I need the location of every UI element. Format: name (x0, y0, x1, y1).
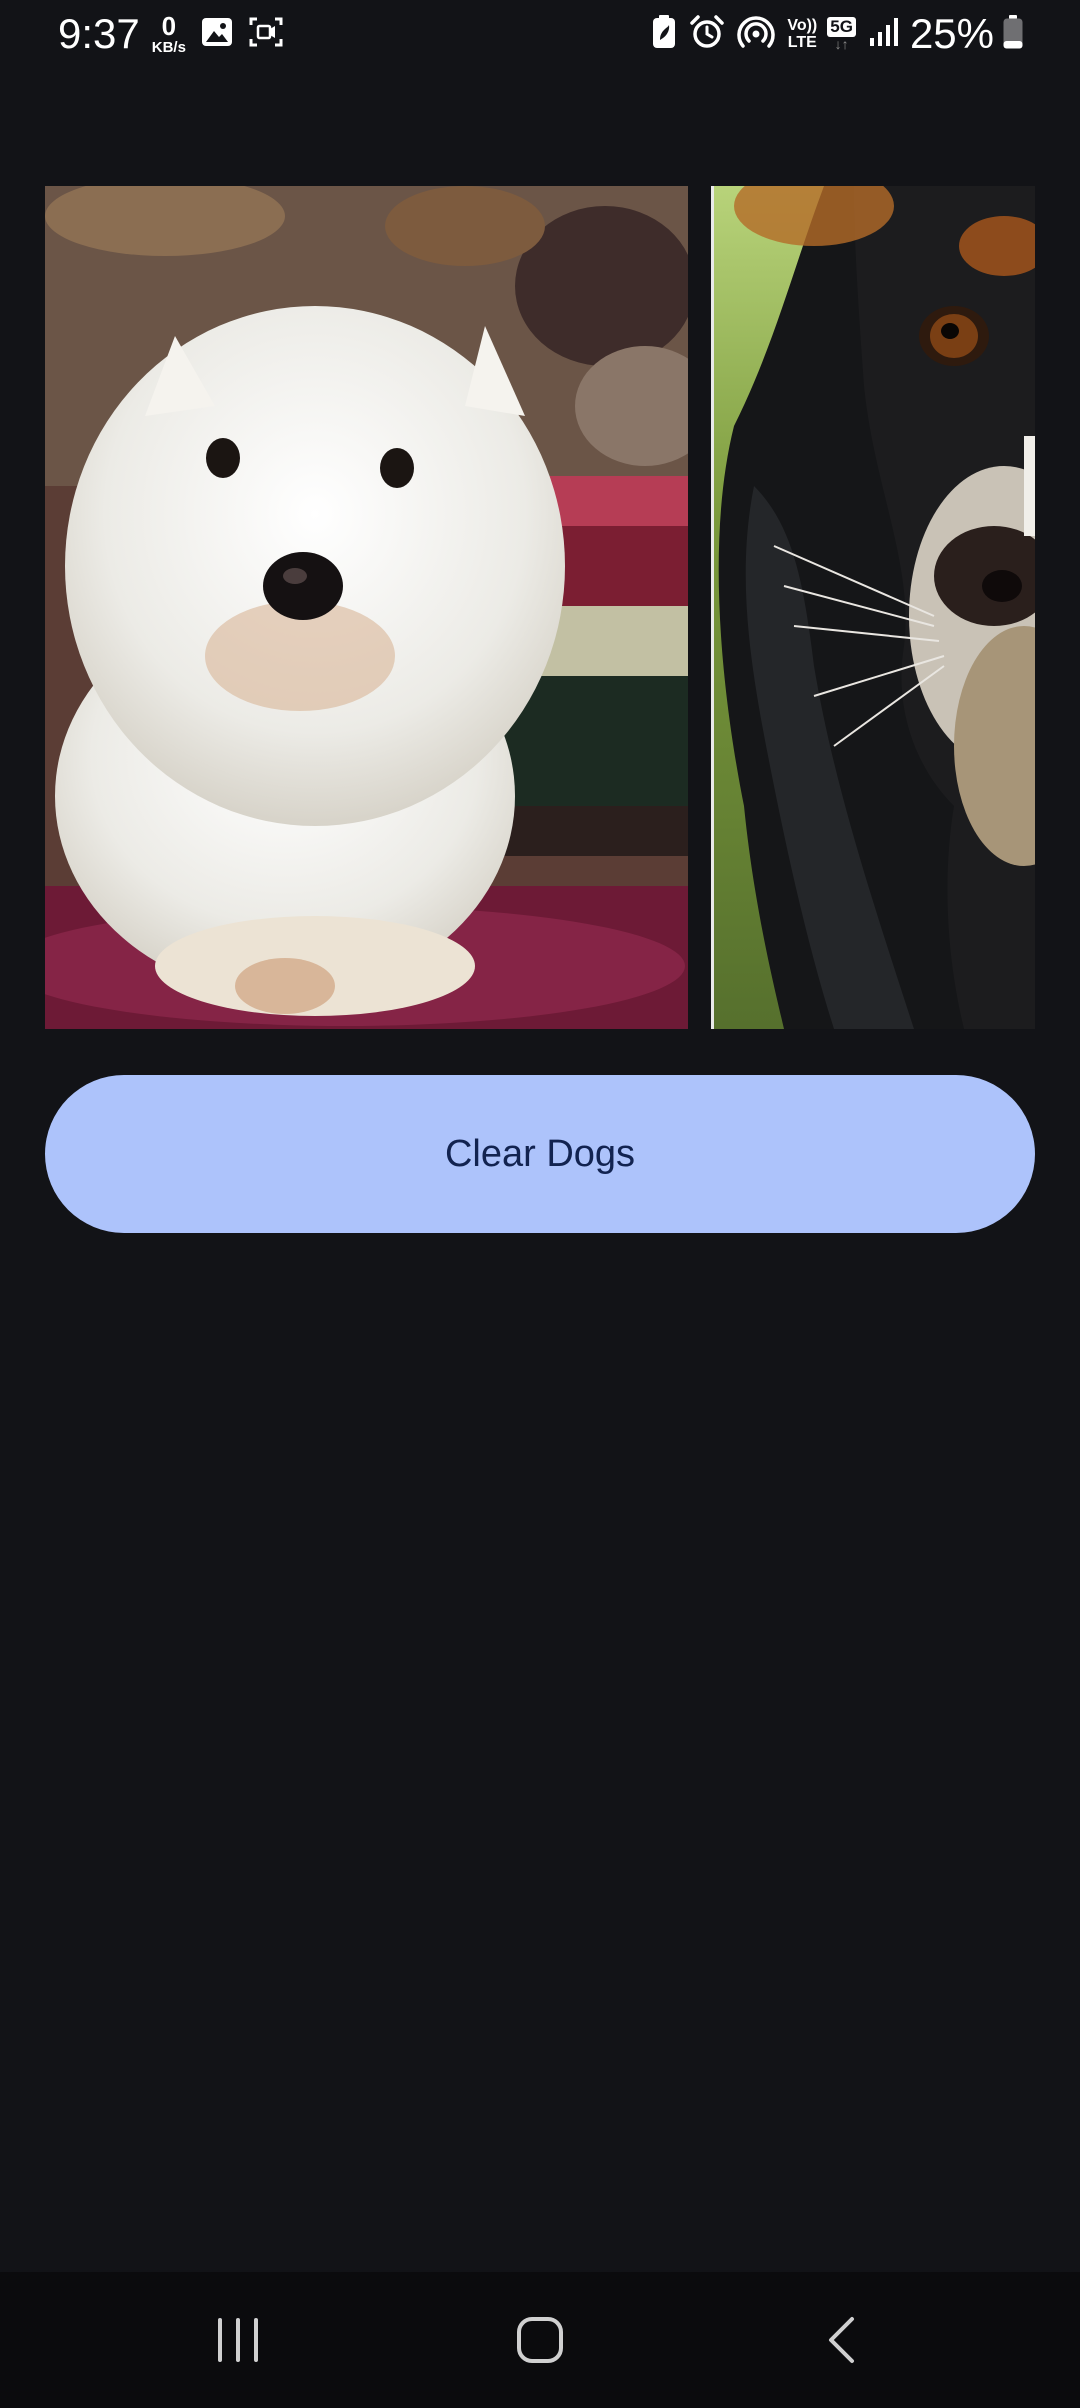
battery-saver-icon (651, 14, 677, 55)
status-bar: 9:37 0 KB/s Vo)) LTE 5G ↓↑ 25% (0, 0, 1080, 68)
dog-image-westie[interactable] (45, 186, 688, 1029)
battery-icon (1002, 14, 1024, 55)
alarm-icon (689, 14, 725, 55)
clear-dogs-button-label: Clear Dogs (444, 1132, 636, 1175)
clear-dogs-button[interactable]: Clear Dogs (45, 1075, 1035, 1233)
status-bar-right: Vo)) LTE 5G ↓↑ 25% (639, 8, 1024, 60)
app-screen: 9:37 0 KB/s Vo)) LTE 5G ↓↑ 25% Clear Dog… (0, 0, 1080, 2408)
battery-percentage: 25% (909, 10, 994, 57)
clock-time: 9:37 (58, 10, 140, 57)
image-notification-icon (200, 15, 234, 54)
network-speed-value: 0 (161, 11, 177, 41)
white-terrier-photo (45, 186, 688, 1029)
back-button[interactable] (792, 2298, 892, 2382)
volte-top-label: Vo)) (787, 16, 818, 34)
volte-icon: Vo)) LTE (787, 16, 818, 51)
5g-icon: 5G ↓↑ (827, 17, 856, 51)
recents-button[interactable] (188, 2298, 288, 2382)
volte-bottom-label: LTE (787, 33, 817, 51)
navigation-bar (0, 2272, 1080, 2408)
recents-icon (218, 2318, 258, 2362)
hotspot-icon (737, 14, 776, 55)
back-icon (829, 2317, 854, 2363)
home-icon (517, 2317, 563, 2363)
black-spaniel-photo (714, 186, 1035, 1029)
screen-recorder-icon (248, 15, 284, 54)
network-speed-unit: KB/s (151, 39, 186, 56)
status-bar-left: 9:37 0 KB/s (58, 8, 284, 60)
network-type-label: 5G (827, 17, 856, 37)
dog-image-spaniel[interactable] (711, 186, 1035, 1029)
network-speed: 0 KB/s (152, 13, 186, 55)
network-activity-arrows: ↓↑ (834, 36, 849, 52)
signal-icon (868, 16, 900, 53)
dog-image-carousel[interactable] (45, 186, 1035, 1029)
home-button[interactable] (490, 2298, 590, 2382)
